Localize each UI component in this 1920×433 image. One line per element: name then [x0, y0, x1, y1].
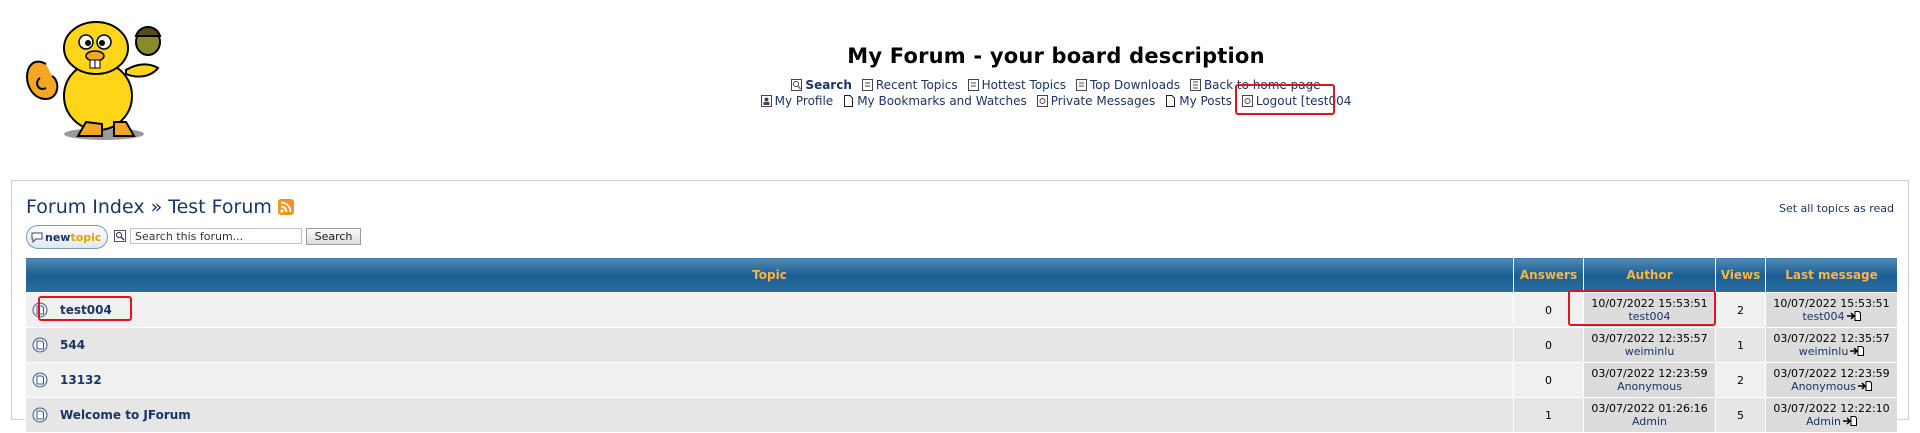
answers-count: 0: [1513, 327, 1584, 363]
home-page-icon: [1189, 79, 1201, 91]
nav-search[interactable]: Search: [791, 78, 852, 92]
first-author-highlight-box: [1568, 290, 1716, 326]
nav-my-posts-label: My Posts: [1179, 94, 1232, 108]
search-icon: [791, 79, 803, 91]
nav-recent-topics[interactable]: Recent Topics: [861, 78, 958, 92]
breadcrumb-test-forum[interactable]: Test Forum: [168, 196, 272, 218]
logout-highlight-box: [1235, 84, 1335, 115]
forum-search-icon: [114, 230, 126, 242]
nav-my-posts[interactable]: My Posts: [1165, 94, 1232, 108]
views-count: 5: [1715, 397, 1766, 433]
forum-search-button[interactable]: Search: [306, 228, 361, 245]
nav-recent-topics-label: Recent Topics: [875, 78, 958, 92]
topics-header-row: Topic Answers Author Views Last message: [25, 257, 1898, 293]
table-row[interactable]: 544 0 03/07/2022 12:35:57 weiminlu 1 03/…: [25, 327, 1898, 363]
top-nav-row-1: Search Recent Topics Hottest Topics Top …: [0, 78, 1920, 92]
last-message-user-link[interactable]: weiminlu: [1799, 345, 1849, 358]
nav-private-messages-label: Private Messages: [1050, 94, 1156, 108]
topic-title-link[interactable]: Welcome to JForum: [60, 408, 191, 422]
header-author: Author: [1583, 257, 1716, 293]
nav-top-downloads-label: Top Downloads: [1089, 78, 1180, 92]
topics-table: Topic Answers Author Views Last message …: [25, 257, 1898, 433]
breadcrumb-forum-index[interactable]: Forum Index: [26, 196, 145, 218]
new-topic-button[interactable]: new topic: [26, 225, 108, 249]
header-answers: Answers: [1513, 257, 1584, 293]
my-posts-icon: [1166, 95, 1176, 107]
speech-bubble-icon: [31, 232, 43, 243]
author-link[interactable]: Admin: [1584, 415, 1715, 428]
go-to-last-post-icon[interactable]: [1846, 311, 1861, 321]
site-title: My Forum - your board description: [847, 44, 1265, 68]
last-message-date: 03/07/2022 12:35:57: [1773, 332, 1890, 345]
answers-count: 0: [1513, 362, 1584, 398]
views-count: 2: [1715, 362, 1766, 398]
breadcrumb-separator: »: [150, 196, 163, 218]
author-date: 03/07/2022 01:26:16: [1591, 402, 1708, 415]
forum-mascot-logo[interactable]: [18, 12, 168, 140]
header-views: Views: [1715, 257, 1766, 293]
page-header: My Forum - your board description Search…: [0, 0, 1920, 170]
last-message-date: 10/07/2022 15:53:51: [1773, 297, 1890, 310]
last-message-user-link[interactable]: Admin: [1806, 415, 1841, 428]
first-topic-highlight-box: [38, 296, 132, 321]
go-to-last-post-icon[interactable]: [1850, 346, 1865, 356]
table-row[interactable]: 13132 0 03/07/2022 12:23:59 Anonymous 2 …: [25, 362, 1898, 398]
bookmarks-icon: [844, 95, 854, 107]
top-nav-row-2: My Profile My Bookmarks and Watches Priv…: [0, 94, 1920, 108]
topic-title-link[interactable]: 13132: [60, 373, 102, 387]
set-all-topics-read-link[interactable]: Set all topics as read: [1779, 202, 1894, 215]
hottest-topics-icon: [967, 79, 979, 91]
last-message-date: 03/07/2022 12:22:10: [1773, 402, 1890, 415]
new-topic-word-new: new: [45, 230, 71, 244]
nav-bookmarks[interactable]: My Bookmarks and Watches: [843, 94, 1027, 108]
breadcrumb: Forum Index » Test Forum: [26, 196, 294, 218]
header-topic: Topic: [25, 257, 1514, 293]
last-message-user-link[interactable]: Anonymous: [1791, 380, 1856, 393]
profile-icon: [760, 95, 772, 107]
forum-search-input[interactable]: [130, 228, 302, 244]
nav-my-profile[interactable]: My Profile: [760, 94, 834, 108]
nav-private-messages[interactable]: Private Messages: [1036, 94, 1156, 108]
private-messages-icon: [1036, 95, 1048, 107]
nav-hottest-topics-label: Hottest Topics: [981, 78, 1066, 92]
new-topic-word-topic: topic: [70, 230, 102, 244]
header-last-message: Last message: [1765, 257, 1898, 293]
author-link[interactable]: Anonymous: [1584, 380, 1715, 393]
nav-search-label: Search: [805, 78, 852, 92]
topic-status-icon: [32, 337, 48, 353]
author-link[interactable]: weiminlu: [1584, 345, 1715, 358]
nav-hottest-topics[interactable]: Hottest Topics: [967, 78, 1066, 92]
answers-count: 1: [1513, 397, 1584, 433]
topic-title-link[interactable]: 544: [60, 338, 85, 352]
last-message-user-link[interactable]: test004: [1802, 310, 1844, 323]
topic-status-icon: [32, 372, 48, 388]
recent-topics-icon: [861, 79, 873, 91]
nav-top-downloads[interactable]: Top Downloads: [1075, 78, 1180, 92]
author-date: 03/07/2022 12:35:57: [1591, 332, 1708, 345]
views-count: 2: [1715, 292, 1766, 328]
nav-bookmarks-label: My Bookmarks and Watches: [857, 94, 1027, 108]
top-downloads-icon: [1075, 79, 1087, 91]
rss-feed-icon[interactable]: [277, 199, 294, 215]
nav-my-profile-label: My Profile: [774, 94, 834, 108]
go-to-last-post-icon[interactable]: [1843, 416, 1858, 426]
author-date: 03/07/2022 12:23:59: [1591, 367, 1708, 380]
views-count: 1: [1715, 327, 1766, 363]
table-row[interactable]: Welcome to JForum 1 03/07/2022 01:26:16 …: [25, 397, 1898, 433]
go-to-last-post-icon[interactable]: [1857, 381, 1872, 391]
last-message-date: 03/07/2022 12:23:59: [1773, 367, 1890, 380]
topic-status-icon: [32, 407, 48, 423]
